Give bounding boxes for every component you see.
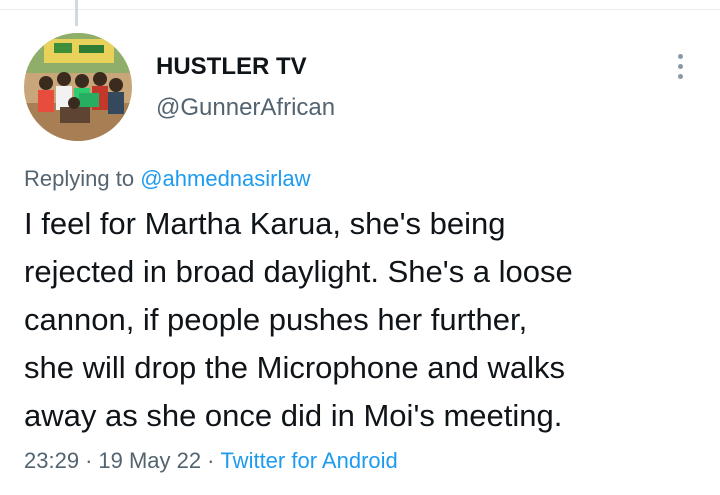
top-divider bbox=[0, 9, 720, 10]
tweet-meta: 23:29 · 19 May 22 · Twitter for Android bbox=[24, 448, 398, 474]
tweet-text: I feel for Martha Karua, she's being rej… bbox=[24, 200, 704, 440]
more-vertical-icon-dot bbox=[677, 63, 683, 69]
tweet-text-line: cannon, if people pushes her further, bbox=[24, 302, 528, 337]
meta-separator: · bbox=[85, 448, 93, 473]
tweet-source-link[interactable]: Twitter for Android bbox=[220, 448, 397, 473]
author-handle[interactable]: @GunnerAfrican bbox=[156, 94, 335, 122]
replying-to-label: Replying to bbox=[24, 166, 135, 191]
thread-connector-line bbox=[75, 0, 78, 26]
group-photo-avatar-icon bbox=[24, 33, 132, 141]
tweet-text-line: she will drop the Microphone and walks bbox=[24, 350, 566, 385]
tweet-text-line: away as she once did in Moi's meeting. bbox=[24, 398, 563, 433]
tweet-text-line: rejected in broad daylight. She's a loos… bbox=[24, 254, 573, 289]
tweet-time[interactable]: 23:29 bbox=[24, 448, 79, 473]
meta-separator: · bbox=[207, 448, 215, 473]
author-display-name[interactable]: HUSTLER TV bbox=[156, 53, 307, 81]
tweet-page: HUSTLER TV @GunnerAfrican Replying to @a… bbox=[0, 0, 720, 495]
tweet-date[interactable]: 19 May 22 bbox=[98, 448, 201, 473]
more-vertical-icon bbox=[677, 53, 683, 59]
reply-mention-link[interactable]: @ahmednasirlaw bbox=[140, 166, 310, 191]
more-vertical-icon-dot bbox=[677, 73, 683, 79]
replying-to-line: Replying to @ahmednasirlaw bbox=[24, 166, 311, 192]
avatar[interactable] bbox=[24, 33, 132, 141]
more-options-button[interactable] bbox=[664, 48, 696, 84]
tweet-text-line: I feel for Martha Karua, she's being bbox=[24, 206, 506, 241]
